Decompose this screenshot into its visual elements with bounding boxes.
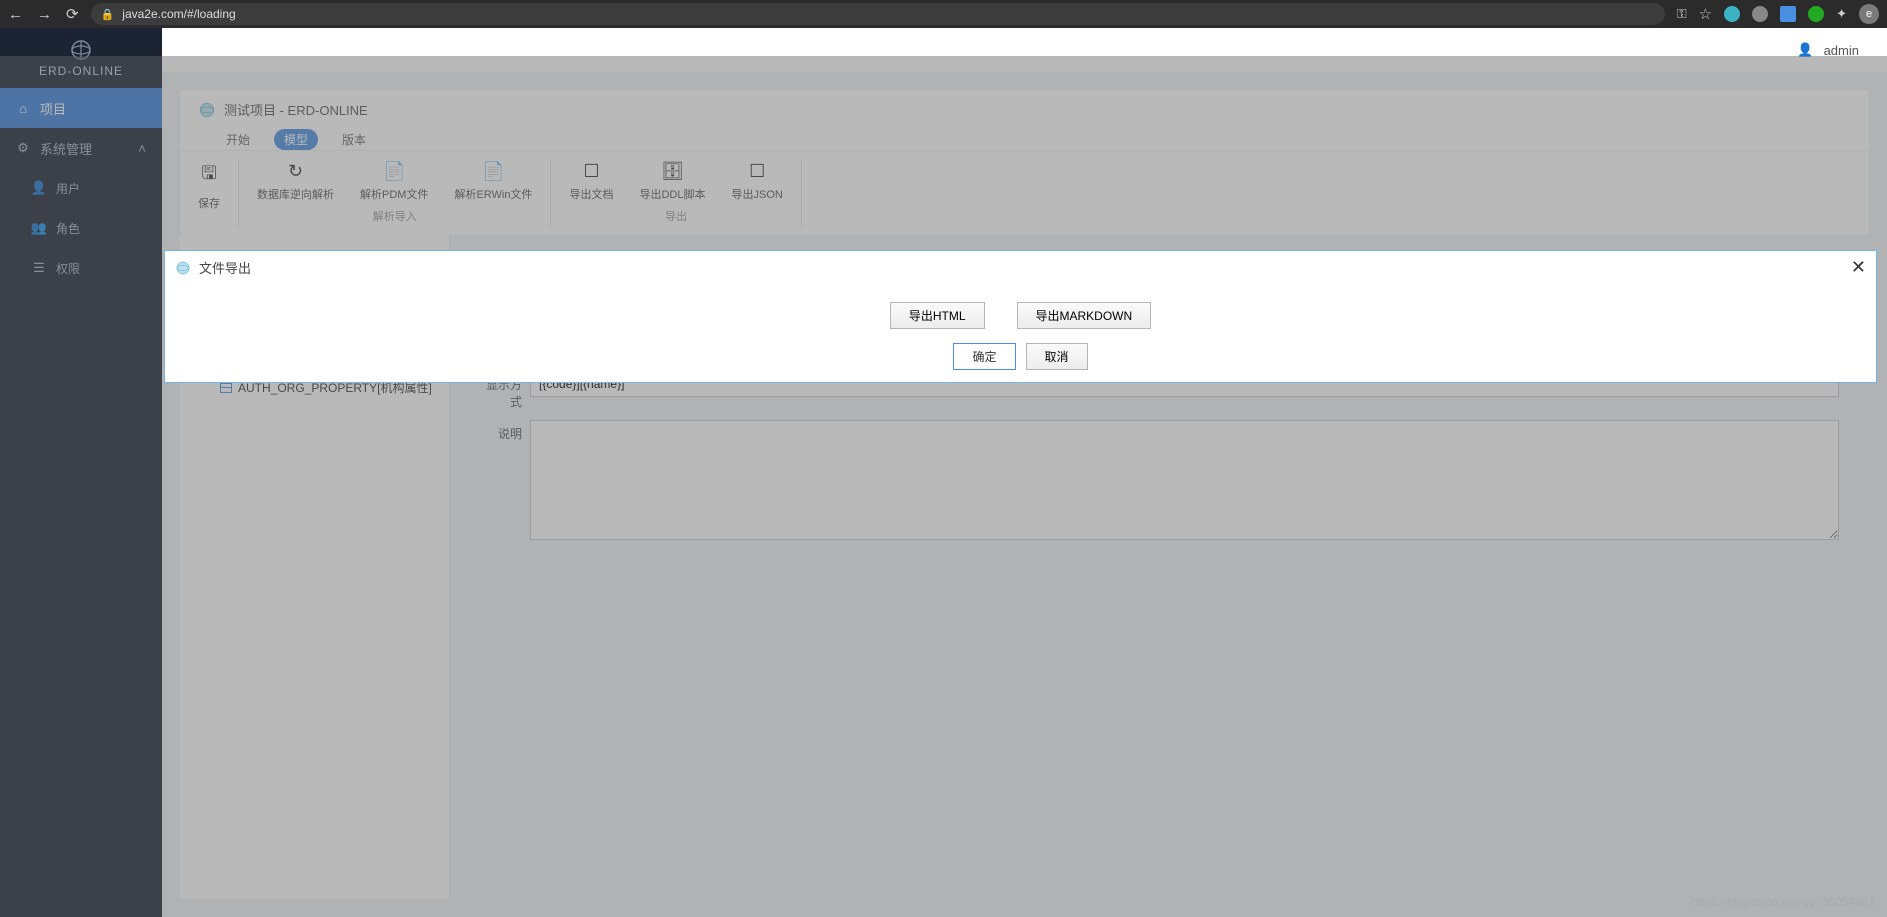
- lock-icon: 🔒: [101, 8, 115, 21]
- key-icon[interactable]: ⚿: [1677, 6, 1687, 22]
- back-icon[interactable]: ←: [8, 6, 23, 23]
- browser-chrome: ← → ⟳ 🔒 java2e.com/#/loading ⚿ ☆ ✦ e: [0, 0, 1887, 28]
- export-markdown-button[interactable]: 导出MARKDOWN: [1017, 302, 1152, 329]
- forward-icon[interactable]: →: [37, 6, 52, 23]
- close-icon[interactable]: ✕: [1851, 257, 1866, 278]
- star-icon[interactable]: ☆: [1699, 5, 1712, 23]
- ext-icon-2[interactable]: [1752, 6, 1768, 22]
- modal-title: 文件导出: [199, 258, 1851, 277]
- puzzle-icon[interactable]: ✦: [1836, 6, 1847, 22]
- reload-icon[interactable]: ⟳: [66, 5, 79, 23]
- ok-button[interactable]: 确定: [953, 343, 1015, 370]
- modal-overlay: [0, 56, 1887, 917]
- address-bar[interactable]: 🔒 java2e.com/#/loading: [91, 3, 1665, 25]
- url-text: java2e.com/#/loading: [122, 7, 235, 21]
- ext-icon-3[interactable]: [1780, 6, 1796, 22]
- export-modal: 文件导出 ✕ 导出HTML 导出MARKDOWN 确定 取消: [164, 250, 1877, 383]
- profile-avatar[interactable]: e: [1859, 4, 1879, 24]
- extension-area: ⚿ ☆ ✦ e: [1677, 4, 1879, 24]
- export-html-button[interactable]: 导出HTML: [890, 302, 985, 329]
- cancel-button[interactable]: 取消: [1026, 343, 1088, 370]
- modal-logo-icon: [175, 260, 191, 276]
- watermark-text: https://blog.csdn.net/qq_30054961: [1691, 895, 1875, 909]
- ext-icon-1[interactable]: [1724, 6, 1740, 22]
- ext-icon-4[interactable]: [1808, 6, 1824, 22]
